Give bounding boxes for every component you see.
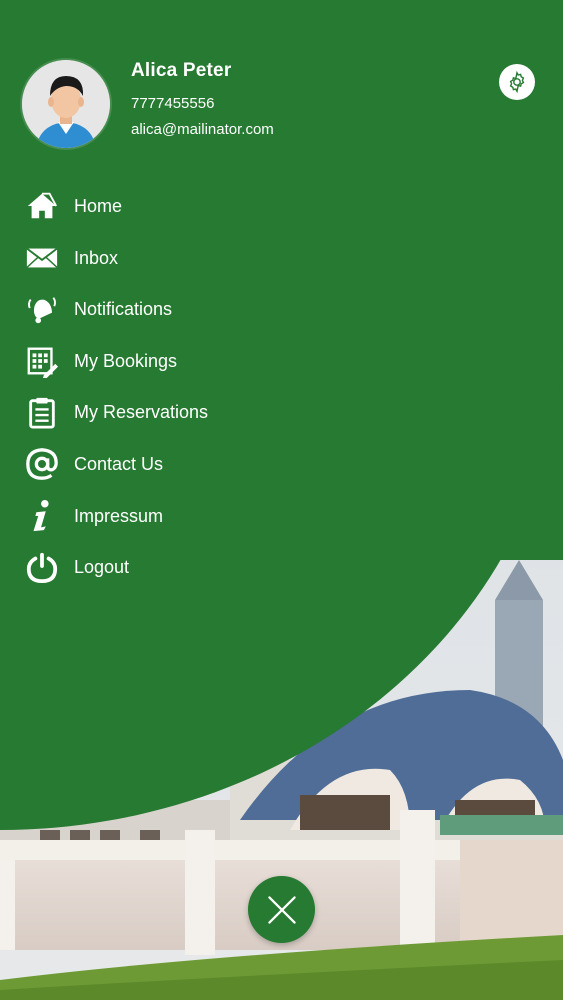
at-icon (24, 446, 60, 482)
info-icon (24, 498, 60, 534)
menu-item-label: Impressum (74, 505, 164, 526)
clipboard-icon (24, 394, 60, 430)
user-phone: 7777455556 (131, 95, 215, 112)
calendar-icon (24, 343, 60, 379)
gear-icon (509, 70, 525, 94)
user-avatar-icon (22, 60, 110, 148)
menu-item-label: Contact Us (74, 453, 164, 474)
menu-item-label: My Bookings (74, 350, 178, 371)
avatar (22, 60, 110, 148)
menu-item-logout[interactable]: Logout (24, 547, 284, 587)
power-icon (24, 549, 60, 585)
envelope-icon (24, 240, 60, 276)
menu-item-impressum[interactable]: Impressum (24, 496, 284, 536)
home-icon (24, 188, 60, 224)
menu-item-label: Logout (74, 556, 130, 577)
close-drawer-button[interactable] (248, 876, 315, 943)
menu-item-contact-us[interactable]: Contact Us (24, 444, 284, 484)
menu-item-label: Home (74, 195, 123, 216)
bell-icon (24, 291, 60, 327)
user-email: alica@mailinator.com (131, 121, 274, 138)
menu-item-my-bookings[interactable]: My Bookings (24, 341, 284, 381)
menu-item-inbox[interactable]: Inbox (24, 238, 284, 278)
menu-item-home[interactable]: Home (24, 186, 284, 226)
menu-item-my-reservations[interactable]: My Reservations (24, 392, 284, 432)
menu-item-notifications[interactable]: Notifications (24, 289, 284, 329)
settings-button[interactable] (499, 64, 535, 100)
menu-item-label: Inbox (74, 247, 119, 268)
menu-item-label: My Reservations (74, 401, 209, 422)
close-icon (267, 895, 296, 924)
menu-item-label: Notifications (74, 298, 173, 319)
user-name: Alica Peter (131, 60, 232, 81)
